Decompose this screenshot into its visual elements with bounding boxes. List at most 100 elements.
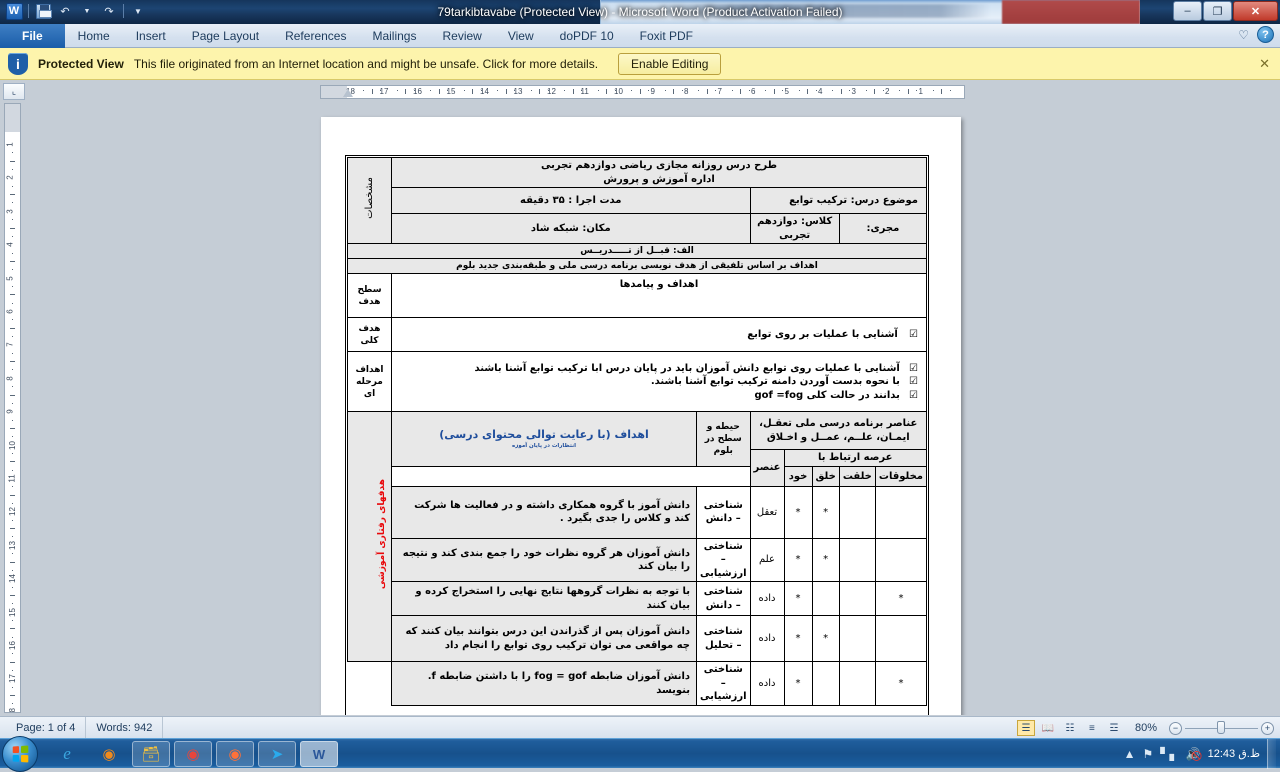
checkbox-icon[interactable]: ☑ bbox=[909, 329, 918, 340]
ribbon-tabs[interactable]: File Home Insert Page Layout References Maili… bbox=[0, 24, 706, 48]
signal-bars-icon[interactable]: ▘▖ bbox=[1160, 747, 1178, 761]
ruler-minor-tick bbox=[430, 90, 432, 91]
vertical-ruler-margin-zone bbox=[5, 104, 20, 132]
start-button[interactable] bbox=[2, 736, 38, 772]
google-chrome-icon[interactable]: ◉ bbox=[174, 741, 212, 767]
row-star-1 bbox=[874, 485, 928, 539]
horizontal-ruler[interactable]: 18 17 16 15 14 13 12 11 10 9 8 7 6 5 4 3 2 1 bbox=[320, 85, 965, 99]
system-tray[interactable]: ▲ ⚑ ▘▖ 🔊 🚫 12:43 ظ.ق bbox=[1124, 739, 1280, 769]
ruler-minor-tick bbox=[572, 89, 574, 94]
enable-editing-button[interactable]: Enable Editing bbox=[618, 52, 722, 75]
internet-explorer-icon[interactable]: e bbox=[48, 741, 86, 767]
ruler-tick-6: 6 bbox=[751, 87, 756, 96]
zoom-slider-handle[interactable] bbox=[1217, 721, 1225, 734]
close-icon[interactable]: ✕ bbox=[1259, 56, 1270, 72]
restore-button[interactable]: ❐ bbox=[1203, 1, 1232, 21]
checkbox-icon[interactable]: ☑ bbox=[909, 376, 918, 387]
tab-stop-selector-button[interactable]: ⌞ bbox=[3, 83, 25, 100]
tab-page-layout[interactable]: Page Layout bbox=[179, 24, 272, 48]
vruler-minor-tick bbox=[10, 561, 15, 563]
protected-view-title: Protected View bbox=[38, 56, 124, 71]
tab-foxit-pdf[interactable]: Foxit PDF bbox=[627, 24, 706, 48]
ruler-tick-14: 14 bbox=[480, 87, 489, 96]
tab-references[interactable]: References bbox=[272, 24, 359, 48]
zoom-in-button[interactable]: + bbox=[1261, 721, 1274, 735]
tab-review[interactable]: Review bbox=[429, 24, 494, 48]
vruler-minor-tick bbox=[12, 285, 13, 287]
tab-dopdf-10[interactable]: doPDF 10 bbox=[547, 24, 627, 48]
minimize-button[interactable]: – bbox=[1173, 1, 1202, 21]
relation-to-header: عرصه ارتباط با bbox=[783, 449, 927, 467]
close-button[interactable]: ✕ bbox=[1233, 1, 1278, 21]
ruler-minor-tick bbox=[631, 90, 633, 91]
tab-mailings[interactable]: Mailings bbox=[359, 24, 429, 48]
vertical-ruler[interactable]: 1 2 3 4 5 6 7 8 9 10 11 12 13 14 15 16 17 18 bbox=[4, 103, 21, 713]
taskbar-items[interactable]: e ◉ 🗃 ◉ ◉ ➤ W bbox=[48, 741, 338, 767]
stage-goal-item: ☑ با نحوه بدست آوردن دامنه ترکیب توابع آ… bbox=[395, 375, 918, 389]
word-count[interactable]: Words: 942 bbox=[86, 717, 164, 739]
row-objective: دانش آموز با گروه همکاری داشته و در فعال… bbox=[390, 485, 698, 539]
firefox-icon[interactable]: ◉ bbox=[216, 741, 254, 767]
vruler-minor-tick bbox=[12, 686, 13, 688]
ruler-minor-tick bbox=[438, 89, 440, 94]
undo-icon[interactable]: ↶ bbox=[55, 1, 75, 21]
redo-icon[interactable]: ↷ bbox=[99, 1, 119, 21]
clock[interactable]: 12:43 ظ.ق bbox=[1208, 748, 1260, 760]
tab-insert[interactable]: Insert bbox=[123, 24, 179, 48]
status-bar-left: Page: 1 of 4 Words: 942 bbox=[6, 717, 164, 739]
network-icon[interactable]: ⚑ bbox=[1142, 747, 1153, 761]
status-bar-right[interactable]: ☰ 📖 ☷ ≡ ☲ 80% − + bbox=[1016, 717, 1274, 739]
document-canvas[interactable]: طرح درس روزانه مجازی ریاضی دوازدهم تجربی… bbox=[24, 103, 1256, 715]
zoom-level[interactable]: 80% bbox=[1127, 722, 1165, 734]
tab-home[interactable]: Home bbox=[65, 24, 123, 48]
tab-view[interactable]: View bbox=[495, 24, 547, 48]
media-player-icon[interactable]: ◉ bbox=[90, 741, 128, 767]
tab-file[interactable]: File bbox=[0, 24, 65, 48]
ruler-tick-10: 10 bbox=[614, 87, 623, 96]
background-window[interactable] bbox=[600, 0, 1140, 24]
vruler-tick-17: 17 bbox=[7, 674, 17, 684]
ruler-minor-tick bbox=[832, 90, 834, 91]
vruler-tick-2: 2 bbox=[5, 175, 15, 181]
subject-cell: موضوع درس: ترکیب توابع bbox=[749, 187, 927, 214]
web-layout-icon[interactable]: ☷ bbox=[1061, 720, 1079, 736]
row-star-1 bbox=[874, 615, 928, 663]
window-controls[interactable]: – ❐ ✕ bbox=[1173, 1, 1278, 21]
help-icon[interactable]: ? bbox=[1257, 26, 1274, 43]
outline-icon[interactable]: ≡ bbox=[1083, 720, 1101, 736]
customize-qat-icon[interactable]: ▼ bbox=[128, 1, 148, 21]
level-label: سطح هدف bbox=[347, 273, 392, 319]
zoom-out-button[interactable]: − bbox=[1169, 721, 1182, 735]
ruler-minor-tick bbox=[363, 90, 365, 91]
word-icon[interactable]: W bbox=[4, 1, 24, 21]
ruler-minor-tick bbox=[673, 89, 675, 94]
checkbox-icon[interactable]: ☑ bbox=[909, 390, 918, 401]
row-element: داده bbox=[749, 581, 785, 617]
undo-dropdown-icon[interactable]: ▼ bbox=[77, 1, 97, 21]
print-layout-icon[interactable]: ☰ bbox=[1016, 720, 1035, 736]
document-page[interactable]: طرح درس روزانه مجازی ریاضی دوازدهم تجربی… bbox=[321, 117, 961, 715]
save-icon[interactable] bbox=[33, 1, 53, 21]
volume-muted-icon[interactable]: 🔊 🚫 bbox=[1186, 747, 1203, 761]
windows-explorer-icon[interactable]: 🗃 bbox=[132, 741, 170, 767]
quick-access-toolbar[interactable]: W ↶ ▼ ↷ ▼ bbox=[4, 1, 148, 21]
vruler-minor-tick bbox=[10, 294, 15, 296]
vruler-minor-tick bbox=[12, 202, 13, 204]
vruler-minor-tick bbox=[10, 494, 15, 496]
telegram-icon[interactable]: ➤ bbox=[258, 741, 296, 767]
show-hidden-icons-icon[interactable]: ▲ bbox=[1124, 747, 1136, 761]
indent-marker-icon[interactable] bbox=[343, 89, 353, 97]
word-taskbar-icon[interactable]: W bbox=[300, 741, 338, 767]
draft-icon[interactable]: ☲ bbox=[1105, 720, 1123, 736]
row-star-2 bbox=[838, 661, 876, 706]
show-desktop-button[interactable] bbox=[1267, 739, 1276, 769]
vruler-minor-tick bbox=[12, 269, 13, 271]
minimize-ribbon-icon[interactable]: ♡ bbox=[1238, 28, 1249, 42]
checkbox-icon[interactable]: ☑ bbox=[909, 363, 918, 374]
row-objective: دانش آموزان هر گروه نظرات خود را جمع بند… bbox=[390, 537, 698, 583]
vruler-tick-11: 11 bbox=[7, 474, 17, 483]
zoom-slider[interactable]: − + bbox=[1169, 720, 1274, 736]
full-screen-reading-icon[interactable]: 📖 bbox=[1039, 720, 1057, 736]
ribbon-right-controls[interactable]: ♡ ? bbox=[1238, 26, 1274, 43]
horizontal-ruler-area: ⌞ 18 17 16 15 14 13 12 11 10 9 8 7 6 5 4 3 2 1 bbox=[0, 80, 1280, 102]
